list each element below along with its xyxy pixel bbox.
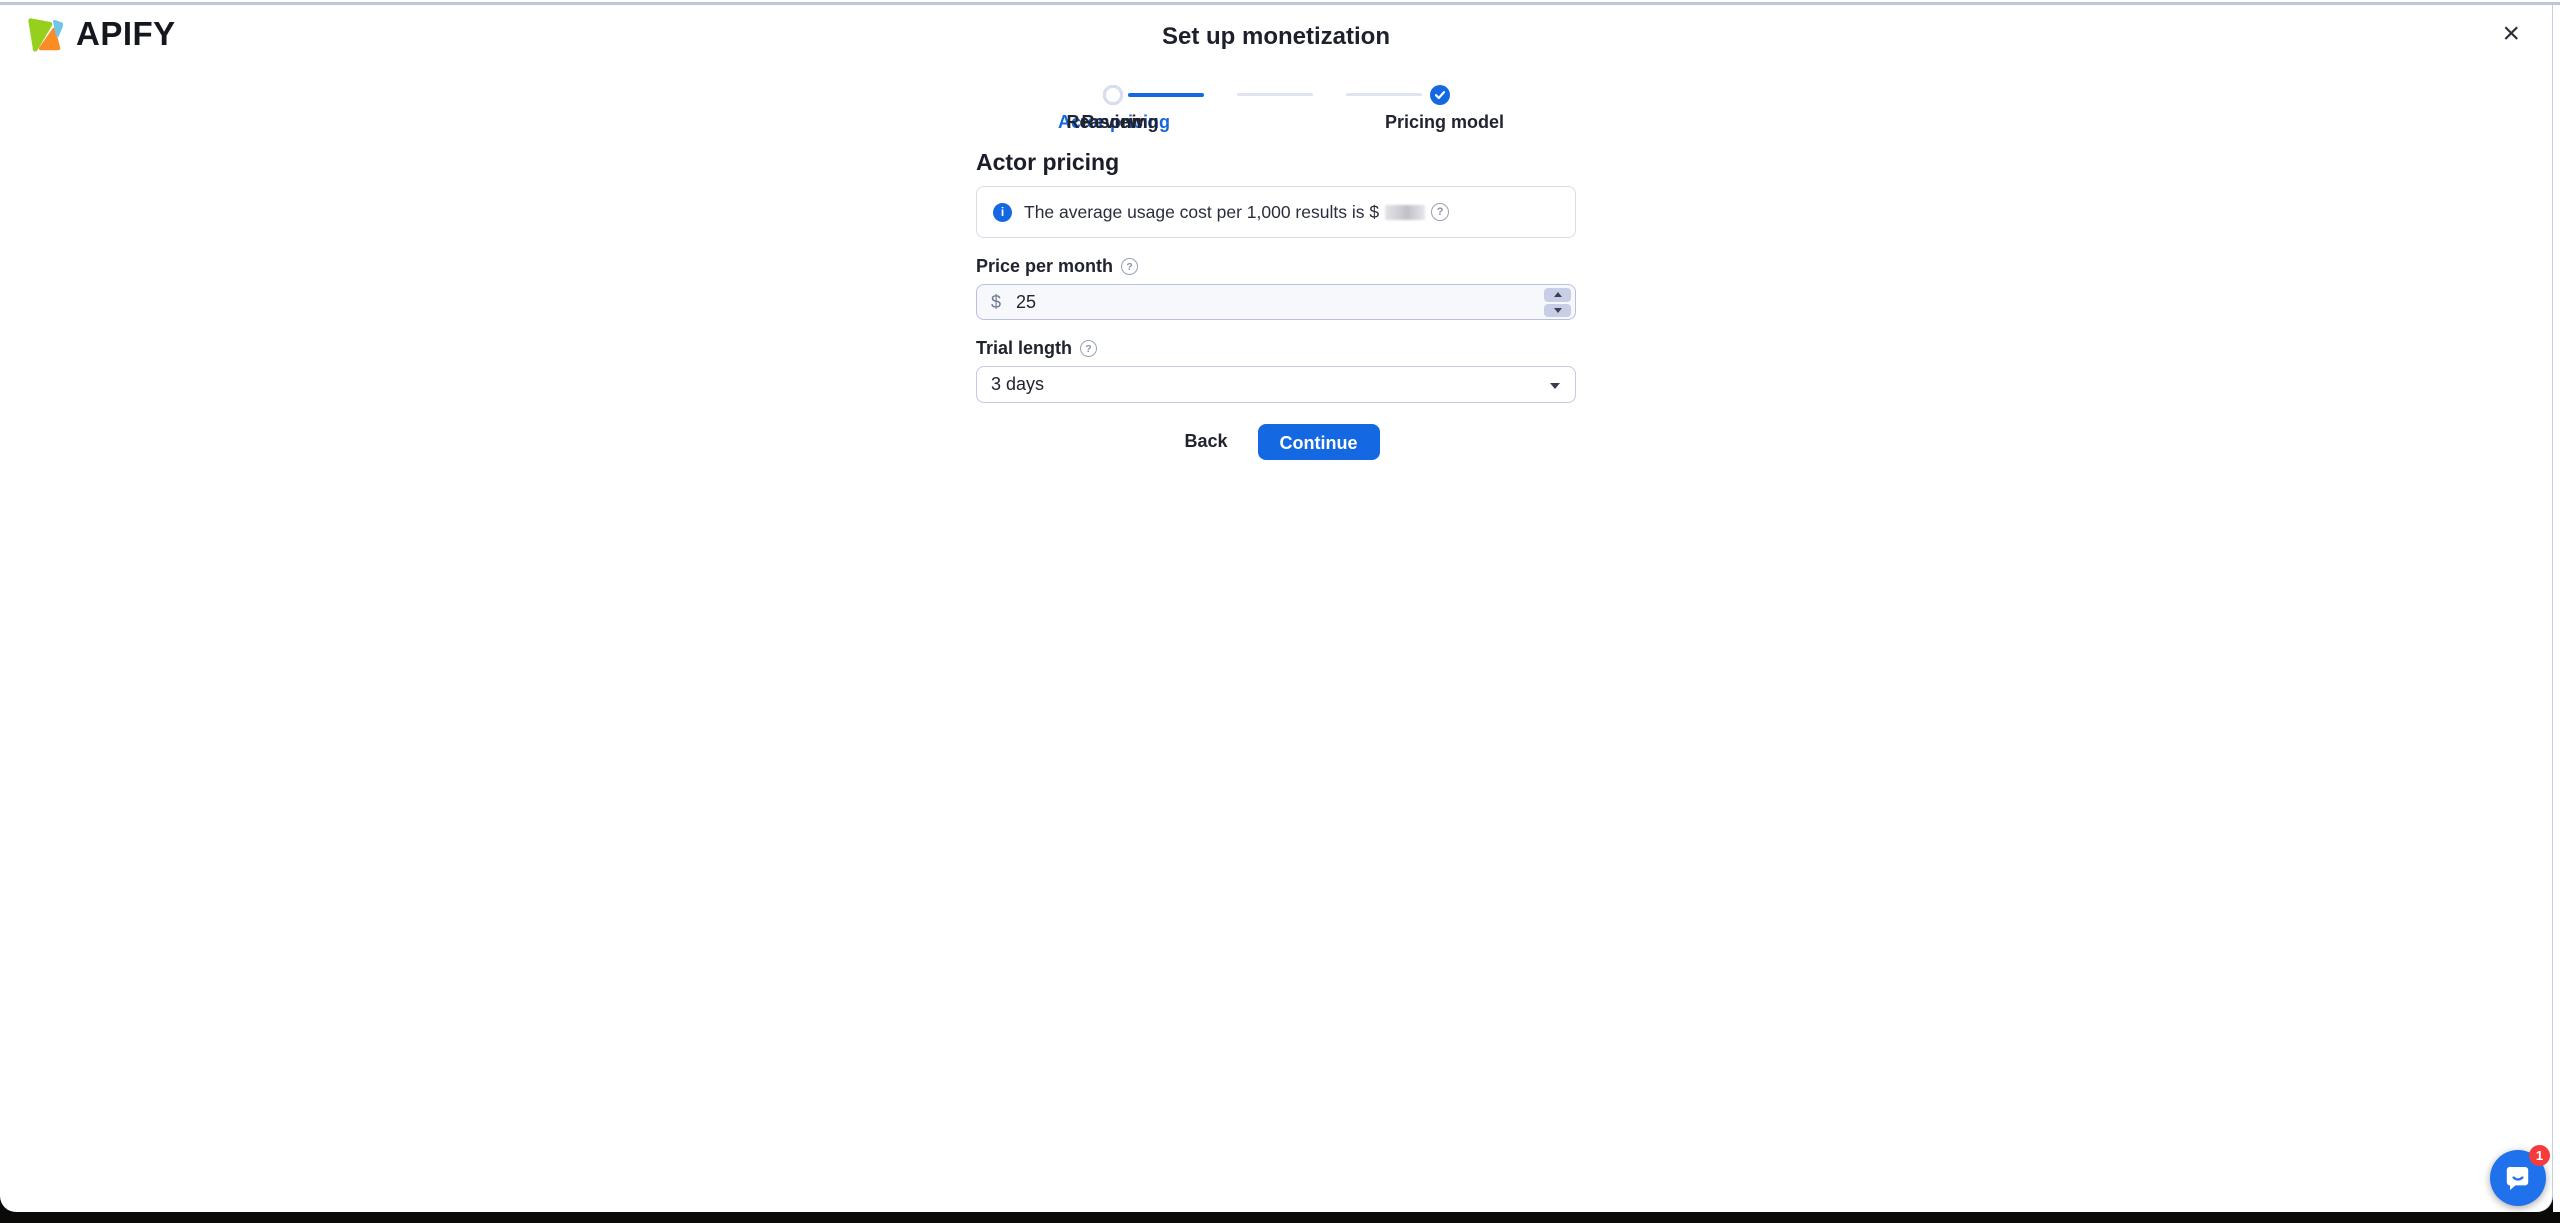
window-top-border: [0, 2, 2560, 5]
monetization-dialog: APIFY Set up monetization × Pricing mode…: [0, 5, 2553, 1212]
price-input[interactable]: [1016, 291, 1535, 313]
page-title: Actor pricing: [976, 149, 1120, 175]
increment-button[interactable]: [1544, 288, 1571, 302]
continue-button[interactable]: Continue: [1257, 423, 1380, 460]
info-icon: i: [993, 202, 1012, 222]
stepper-connector: [1237, 93, 1313, 96]
arrow-down-icon: [1553, 307, 1562, 313]
close-icon[interactable]: ×: [2502, 19, 2520, 49]
trial-length-label-row: Trial length ?: [976, 338, 1576, 359]
info-banner-text: The average usage cost per 1,000 results…: [1024, 201, 1450, 223]
help-icon[interactable]: ?: [1080, 340, 1098, 357]
chat-launcher-button[interactable]: 1: [2490, 1145, 2550, 1206]
back-button[interactable]: Back: [1172, 423, 1239, 460]
arrow-up-icon: [1553, 292, 1562, 298]
price-per-month-field: $: [976, 284, 1576, 320]
form-actions: Back Continue: [976, 423, 1576, 460]
currency-prefix: $: [991, 291, 1002, 312]
right-gutter: [2553, 5, 2560, 1212]
step-label: Review: [1081, 112, 1144, 132]
decrement-button[interactable]: [1544, 303, 1571, 317]
chat-bubble-icon: [2506, 1166, 2529, 1190]
step-pricing-model[interactable]: Pricing model: [1385, 85, 1505, 133]
trial-length-select[interactable]: 3 days: [976, 366, 1576, 403]
redacted-value: [1385, 204, 1426, 220]
step-upcoming-circle-icon: [1102, 85, 1123, 105]
step-label: Pricing model: [1385, 112, 1505, 132]
notification-badge: 1: [2529, 1145, 2550, 1166]
price-per-month-label: Price per month: [976, 256, 1114, 276]
trial-length-label: Trial length: [976, 338, 1073, 358]
wizard-stepper: Pricing model Actor pricing Reasoning Re…: [1058, 85, 1505, 133]
price-per-month-label-row: Price per month ?: [976, 256, 1576, 277]
step-completed-check-icon: [1429, 85, 1450, 105]
actor-pricing-form: Actor pricing i The average usage cost p…: [976, 148, 1576, 460]
help-icon[interactable]: ?: [1431, 203, 1450, 221]
trial-length-value: 3 days: [991, 374, 1045, 394]
step-review[interactable]: Review: [1058, 85, 1167, 133]
info-banner-text-before: The average usage cost per 1,000 results…: [1024, 201, 1380, 222]
average-cost-info-banner: i The average usage cost per 1,000 resul…: [976, 186, 1576, 238]
price-stepper: [1544, 288, 1571, 317]
dialog-title: Set up monetization: [1162, 23, 1390, 50]
chevron-down-icon: [1550, 383, 1560, 389]
help-icon[interactable]: ?: [1121, 258, 1139, 275]
